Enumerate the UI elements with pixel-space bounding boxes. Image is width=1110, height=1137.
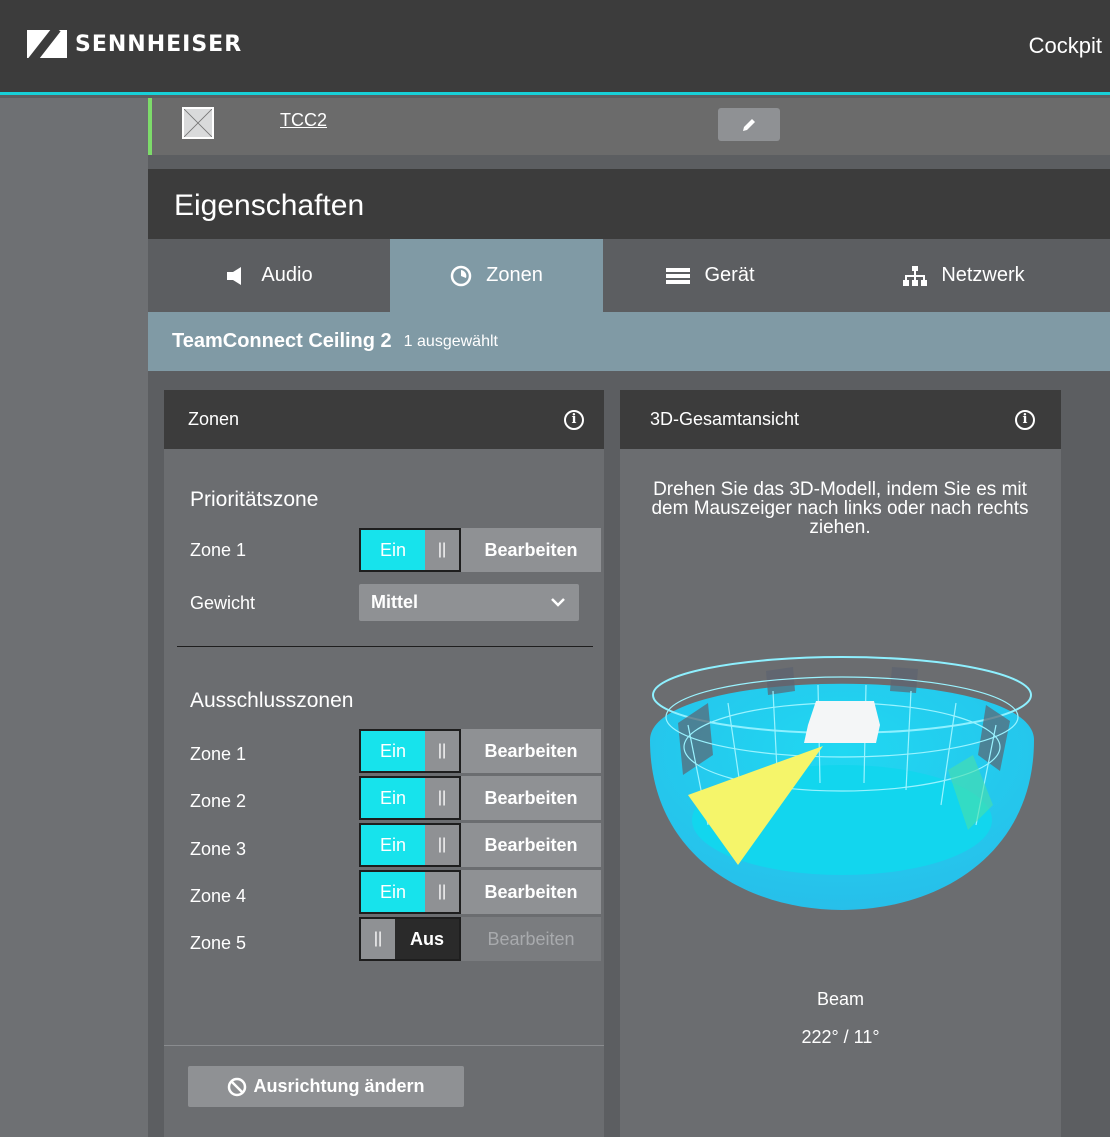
toggle-off-label: Aus [395,919,459,959]
tab-label: Zonen [486,264,543,286]
device-icon [666,267,691,284]
toggle-grip-icon: || [361,919,395,959]
priority-zone-title: Prioritätszone [190,488,319,511]
tab-label: Netzwerk [941,264,1025,286]
tab-netzwerk[interactable]: Netzwerk [818,239,1110,312]
brand-logo-icon [27,30,67,58]
weight-label: Gewicht [190,593,256,613]
selected-count: 1 ausgewählt [403,332,498,350]
exclusion-zone-4-label: Zone 4 [190,886,247,906]
selection-bar: TeamConnect Ceiling 2 1 ausgewählt [148,312,1110,371]
selected-device-type: TeamConnect Ceiling 2 [172,330,392,352]
toggle-grip-icon: || [425,731,459,771]
beam-value: 222° / 11° [801,1027,880,1047]
toggle-on-label: Ein [361,731,425,771]
chevron-down-icon [551,598,565,607]
zones-panel-header: Zonen i [164,390,604,449]
toggle-grip-icon: || [425,872,459,912]
tab-geraet[interactable]: Gerät [603,239,818,312]
device-name-link[interactable]: TCC2 [280,110,327,131]
3d-bowl-model[interactable] [648,655,1036,925]
toggle-grip-icon: || [425,530,459,570]
change-orientation-label: Ausrichtung ändern [253,1076,425,1096]
priority-zone-edit-button[interactable]: Bearbeiten [461,528,601,572]
properties-header: Eigenschaften [148,169,1110,239]
device-row[interactable]: TCC2 [148,98,1110,155]
zones-panel-title: Zonen [188,409,240,429]
spacer [148,155,1110,169]
3d-view-title: 3D-Gesamtansicht [650,409,800,429]
3d-view-hint: Drehen Sie das 3D-Modell, indem Sie es m… [651,479,1029,538]
exclusion-zones-title: Ausschlusszonen [190,689,354,712]
exclusion-zone-5-edit-button[interactable]: Bearbeiten [461,917,601,961]
sennheiser-logo[interactable]: SENNHEISER [27,30,242,58]
toggle-grip-icon: || [425,778,459,818]
beam-label: Beam [816,989,865,1009]
exclusion-zone-2-edit-button[interactable]: Bearbeiten [461,776,601,820]
divider [164,1045,604,1046]
network-icon [903,265,928,286]
exclusion-zone-4-toggle[interactable]: Ein || [359,870,461,914]
priority-zone-label: Zone 1 [190,540,247,560]
exclusion-zone-1-edit-button[interactable]: Bearbeiten [461,729,601,773]
top-bar: SENNHEISER Cockpit [0,0,1110,95]
left-sidebar [0,98,148,1137]
pencil-icon [743,118,755,131]
tab-zonen[interactable]: Zonen [390,239,603,312]
tab-label: Audio [261,264,313,286]
exclusion-zone-3-label: Zone 3 [190,839,247,859]
toggle-on-label: Ein [361,778,425,818]
cockpit-link[interactable]: Cockpit [1029,33,1102,59]
page-title: Eigenschaften [174,189,365,222]
change-orientation-button[interactable]: Ausrichtung ändern [188,1066,464,1107]
info-icon[interactable]: i [564,409,584,430]
device-thumbnail-icon [182,107,214,139]
toggle-on-label: Ein [361,825,425,865]
exclusion-zone-3-toggle[interactable]: Ein || [359,823,461,867]
brand-name: SENNHEISER [75,31,243,57]
exclusion-zone-5-label: Zone 5 [190,933,247,953]
exclusion-zone-2-toggle[interactable]: Ein || [359,776,461,820]
info-icon[interactable]: i [1015,409,1035,430]
exclusion-zone-1-toggle[interactable]: Ein || [359,729,461,773]
toggle-on-label: Ein [361,872,425,912]
no-entry-icon [228,1077,247,1096]
exclusion-zone-3-edit-button[interactable]: Bearbeiten [461,823,601,867]
divider [177,646,593,647]
zones-icon [450,265,472,286]
toggle-on-label: Ein [361,530,425,570]
property-tabs: Audio Zonen Gerät Netzwerk [148,239,1110,312]
tab-audio[interactable]: Audio [148,239,390,312]
3d-view-panel: 3D-Gesamtansicht i Drehen Sie das 3D-Mod… [620,390,1061,1137]
exclusion-zone-4-edit-button[interactable]: Bearbeiten [461,870,601,914]
toggle-grip-icon: || [425,825,459,865]
edit-device-button[interactable] [718,108,780,141]
3d-view-panel-header: 3D-Gesamtansicht i [620,390,1061,449]
exclusion-zone-5-toggle[interactable]: || Aus [359,917,461,961]
priority-zone-toggle[interactable]: Ein || [359,528,461,572]
exclusion-zone-2-label: Zone 2 [190,791,247,811]
weight-value: Mittel [371,592,418,612]
exclusion-zone-1-label: Zone 1 [190,744,247,764]
tab-label: Gerät [704,264,755,286]
weight-select[interactable]: Mittel [359,584,579,621]
zones-panel: Zonen i Prioritätszone Zone 1 Ein || Bea… [164,390,604,1137]
speaker-icon [227,266,242,285]
